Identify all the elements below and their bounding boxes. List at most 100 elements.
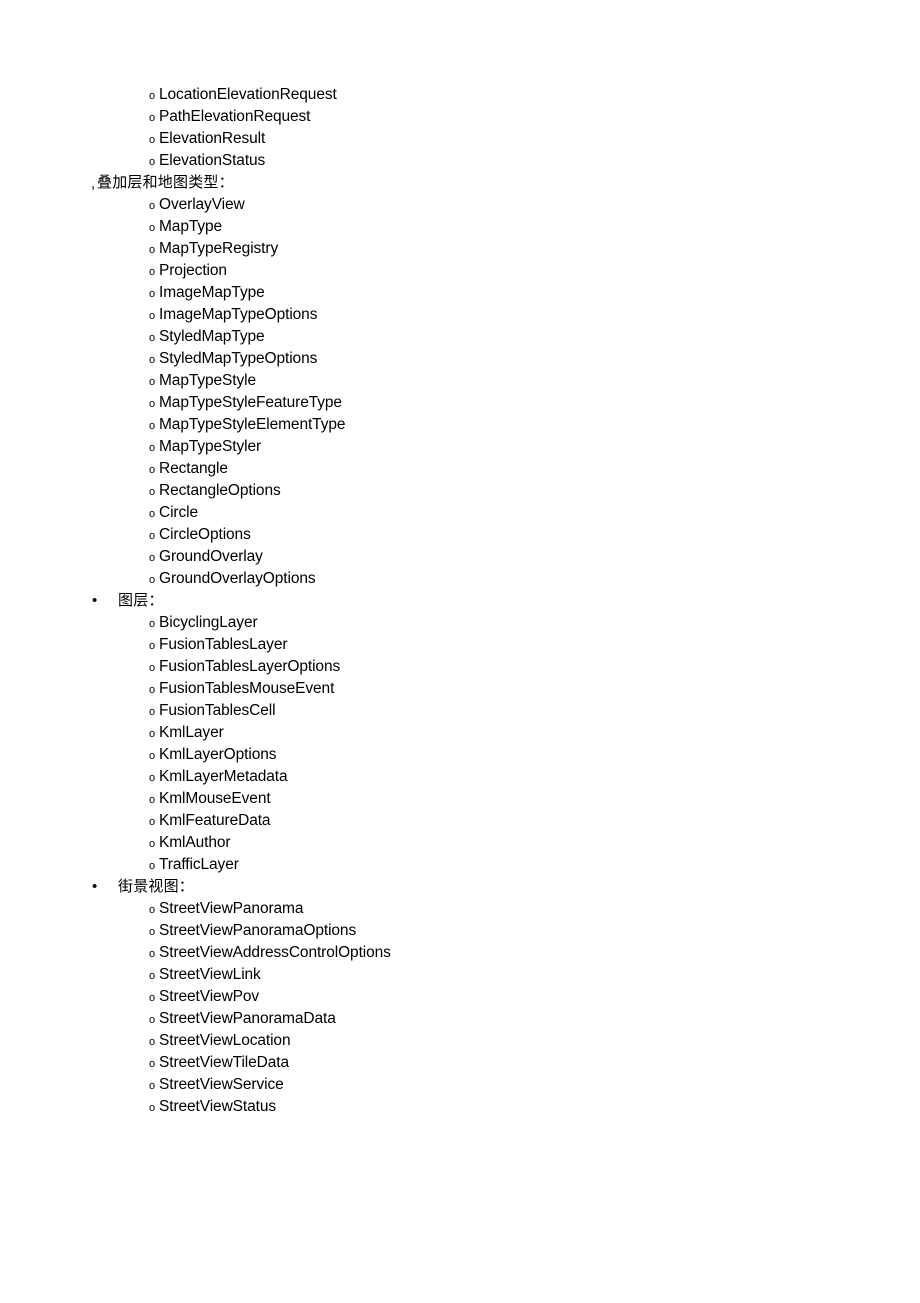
- circle-bullet-icon: o: [149, 156, 156, 168]
- circle-bullet-icon: o: [149, 860, 156, 872]
- outline-entry: o KmlAuthor: [0, 832, 920, 854]
- document-body: o LocationElevationRequest o PathElevationR…: [0, 84, 920, 1118]
- outline-entry: o LocationElevationRequest: [0, 84, 920, 106]
- outline-entry: o StreetViewPanoramaData: [0, 1008, 920, 1030]
- outline-entry: o FusionTablesMouseEvent: [0, 678, 920, 700]
- outline-entry: o MapTypeStyleElementType: [0, 414, 920, 436]
- outline-entry: o GroundOverlay: [0, 546, 920, 568]
- outline-entry: o MapTypeRegistry: [0, 238, 920, 260]
- outline-entry: o StreetViewPanorama: [0, 898, 920, 920]
- outline-entry-label: ElevationStatus: [159, 152, 266, 169]
- comma-bullet-icon: ,: [91, 175, 96, 192]
- circle-bullet-icon: o: [149, 376, 156, 388]
- outline-entry: o FusionTablesLayerOptions: [0, 656, 920, 678]
- circle-bullet-icon: o: [149, 970, 156, 982]
- outline-entry-label: FusionTablesLayerOptions: [159, 658, 341, 675]
- outline-entry-label: GroundOverlay: [159, 548, 263, 565]
- circle-bullet-icon: o: [149, 530, 156, 542]
- outline-entry: o KmlLayerOptions: [0, 744, 920, 766]
- outline-entry-label: KmlMouseEvent: [159, 790, 271, 807]
- outline-entry-label: StreetViewPov: [159, 988, 260, 1005]
- outline-entry-label: StreetViewTileData: [159, 1054, 290, 1071]
- outline-entry-label: StyledMapTypeOptions: [159, 350, 318, 367]
- outline-entry-label: MapTypeStyle: [159, 372, 257, 389]
- outline-entry: o ElevationResult: [0, 128, 920, 150]
- outline-entry: o MapTypeStyleFeatureType: [0, 392, 920, 414]
- circle-bullet-icon: o: [149, 112, 156, 124]
- outline-entry: o OverlayView: [0, 194, 920, 216]
- circle-bullet-icon: o: [149, 706, 156, 718]
- outline-entry-label: GroundOverlayOptions: [159, 570, 316, 587]
- disc-bullet-icon: •: [92, 592, 98, 609]
- circle-bullet-icon: o: [149, 310, 156, 322]
- circle-bullet-icon: o: [149, 442, 156, 454]
- circle-bullet-icon: o: [149, 200, 156, 212]
- outline-entry: o Rectangle: [0, 458, 920, 480]
- outline-entry: o BicyclingLayer: [0, 612, 920, 634]
- outline-entry: o StyledMapTypeOptions: [0, 348, 920, 370]
- outline-entry: o Circle: [0, 502, 920, 524]
- outline-entry-label: MapTypeRegistry: [159, 240, 279, 257]
- outline-entry-label: KmlAuthor: [159, 834, 231, 851]
- section-heading: , 叠加层和地图类型：: [0, 172, 920, 194]
- circle-bullet-icon: o: [149, 266, 156, 278]
- circle-bullet-icon: o: [149, 90, 156, 102]
- outline-entry: o KmlMouseEvent: [0, 788, 920, 810]
- circle-bullet-icon: o: [149, 332, 156, 344]
- outline-entry: o KmlLayerMetadata: [0, 766, 920, 788]
- outline-entry-label: LocationElevationRequest: [159, 86, 337, 103]
- circle-bullet-icon: o: [149, 134, 156, 146]
- section-heading: • 街景视图：: [0, 876, 920, 898]
- circle-bullet-icon: o: [149, 464, 156, 476]
- outline-entry-label: StreetViewPanoramaData: [159, 1010, 336, 1027]
- outline-entry: o KmlFeatureData: [0, 810, 920, 832]
- outline-entry-label: ImageMapType: [159, 284, 265, 301]
- outline-entry-label: CircleOptions: [159, 526, 251, 543]
- circle-bullet-icon: o: [149, 354, 156, 366]
- outline-entry: o FusionTablesLayer: [0, 634, 920, 656]
- outline-entry: o MapTypeStyler: [0, 436, 920, 458]
- outline-entry-label: ImageMapTypeOptions: [159, 306, 318, 323]
- outline-entry: o PathElevationRequest: [0, 106, 920, 128]
- outline-entry-label: StreetViewStatus: [159, 1098, 277, 1115]
- outline-entry-label: Projection: [159, 262, 227, 279]
- outline-entry-label: FusionTablesCell: [159, 702, 276, 719]
- outline-entry: o CircleOptions: [0, 524, 920, 546]
- circle-bullet-icon: o: [149, 794, 156, 806]
- circle-bullet-icon: o: [149, 1058, 156, 1070]
- outline-entry: o StreetViewLink: [0, 964, 920, 986]
- circle-bullet-icon: o: [149, 838, 156, 850]
- outline-entry-label: MapTypeStyleElementType: [159, 416, 346, 433]
- circle-bullet-icon: o: [149, 398, 156, 410]
- outline-entry-label: MapType: [159, 218, 223, 235]
- outline-entry-label: StreetViewService: [159, 1076, 284, 1093]
- outline-entry-label: FusionTablesLayer: [159, 636, 288, 653]
- section-heading-label: 叠加层和地图类型：: [97, 174, 234, 191]
- outline-entry-label: TrafficLayer: [159, 856, 239, 873]
- outline-entry-label: FusionTablesMouseEvent: [159, 680, 335, 697]
- circle-bullet-icon: o: [149, 772, 156, 784]
- outline-entry-label: StreetViewLocation: [159, 1032, 291, 1049]
- circle-bullet-icon: o: [149, 750, 156, 762]
- outline-entry-label: StreetViewLink: [159, 966, 261, 983]
- circle-bullet-icon: o: [149, 926, 156, 938]
- outline-entry: o StreetViewPanoramaOptions: [0, 920, 920, 942]
- outline-entry-label: KmlLayerMetadata: [159, 768, 288, 785]
- outline-entry-label: ElevationResult: [159, 130, 266, 147]
- outline-entry: o GroundOverlayOptions: [0, 568, 920, 590]
- outline-entry: o StreetViewPov: [0, 986, 920, 1008]
- outline-entry: o StreetViewService: [0, 1074, 920, 1096]
- outline-entry: o StreetViewAddressControlOptions: [0, 942, 920, 964]
- circle-bullet-icon: o: [149, 288, 156, 300]
- circle-bullet-icon: o: [149, 420, 156, 432]
- section-heading: • 图层：: [0, 590, 920, 612]
- outline-entry-label: Rectangle: [159, 460, 228, 477]
- outline-entry-label: BicyclingLayer: [159, 614, 258, 631]
- circle-bullet-icon: o: [149, 904, 156, 916]
- outline-entry-label: Circle: [159, 504, 199, 521]
- outline-entry: o StreetViewTileData: [0, 1052, 920, 1074]
- circle-bullet-icon: o: [149, 992, 156, 1004]
- outline-entry: o ImageMapTypeOptions: [0, 304, 920, 326]
- outline-entry: o MapType: [0, 216, 920, 238]
- outline-entry-label: KmlLayerOptions: [159, 746, 277, 763]
